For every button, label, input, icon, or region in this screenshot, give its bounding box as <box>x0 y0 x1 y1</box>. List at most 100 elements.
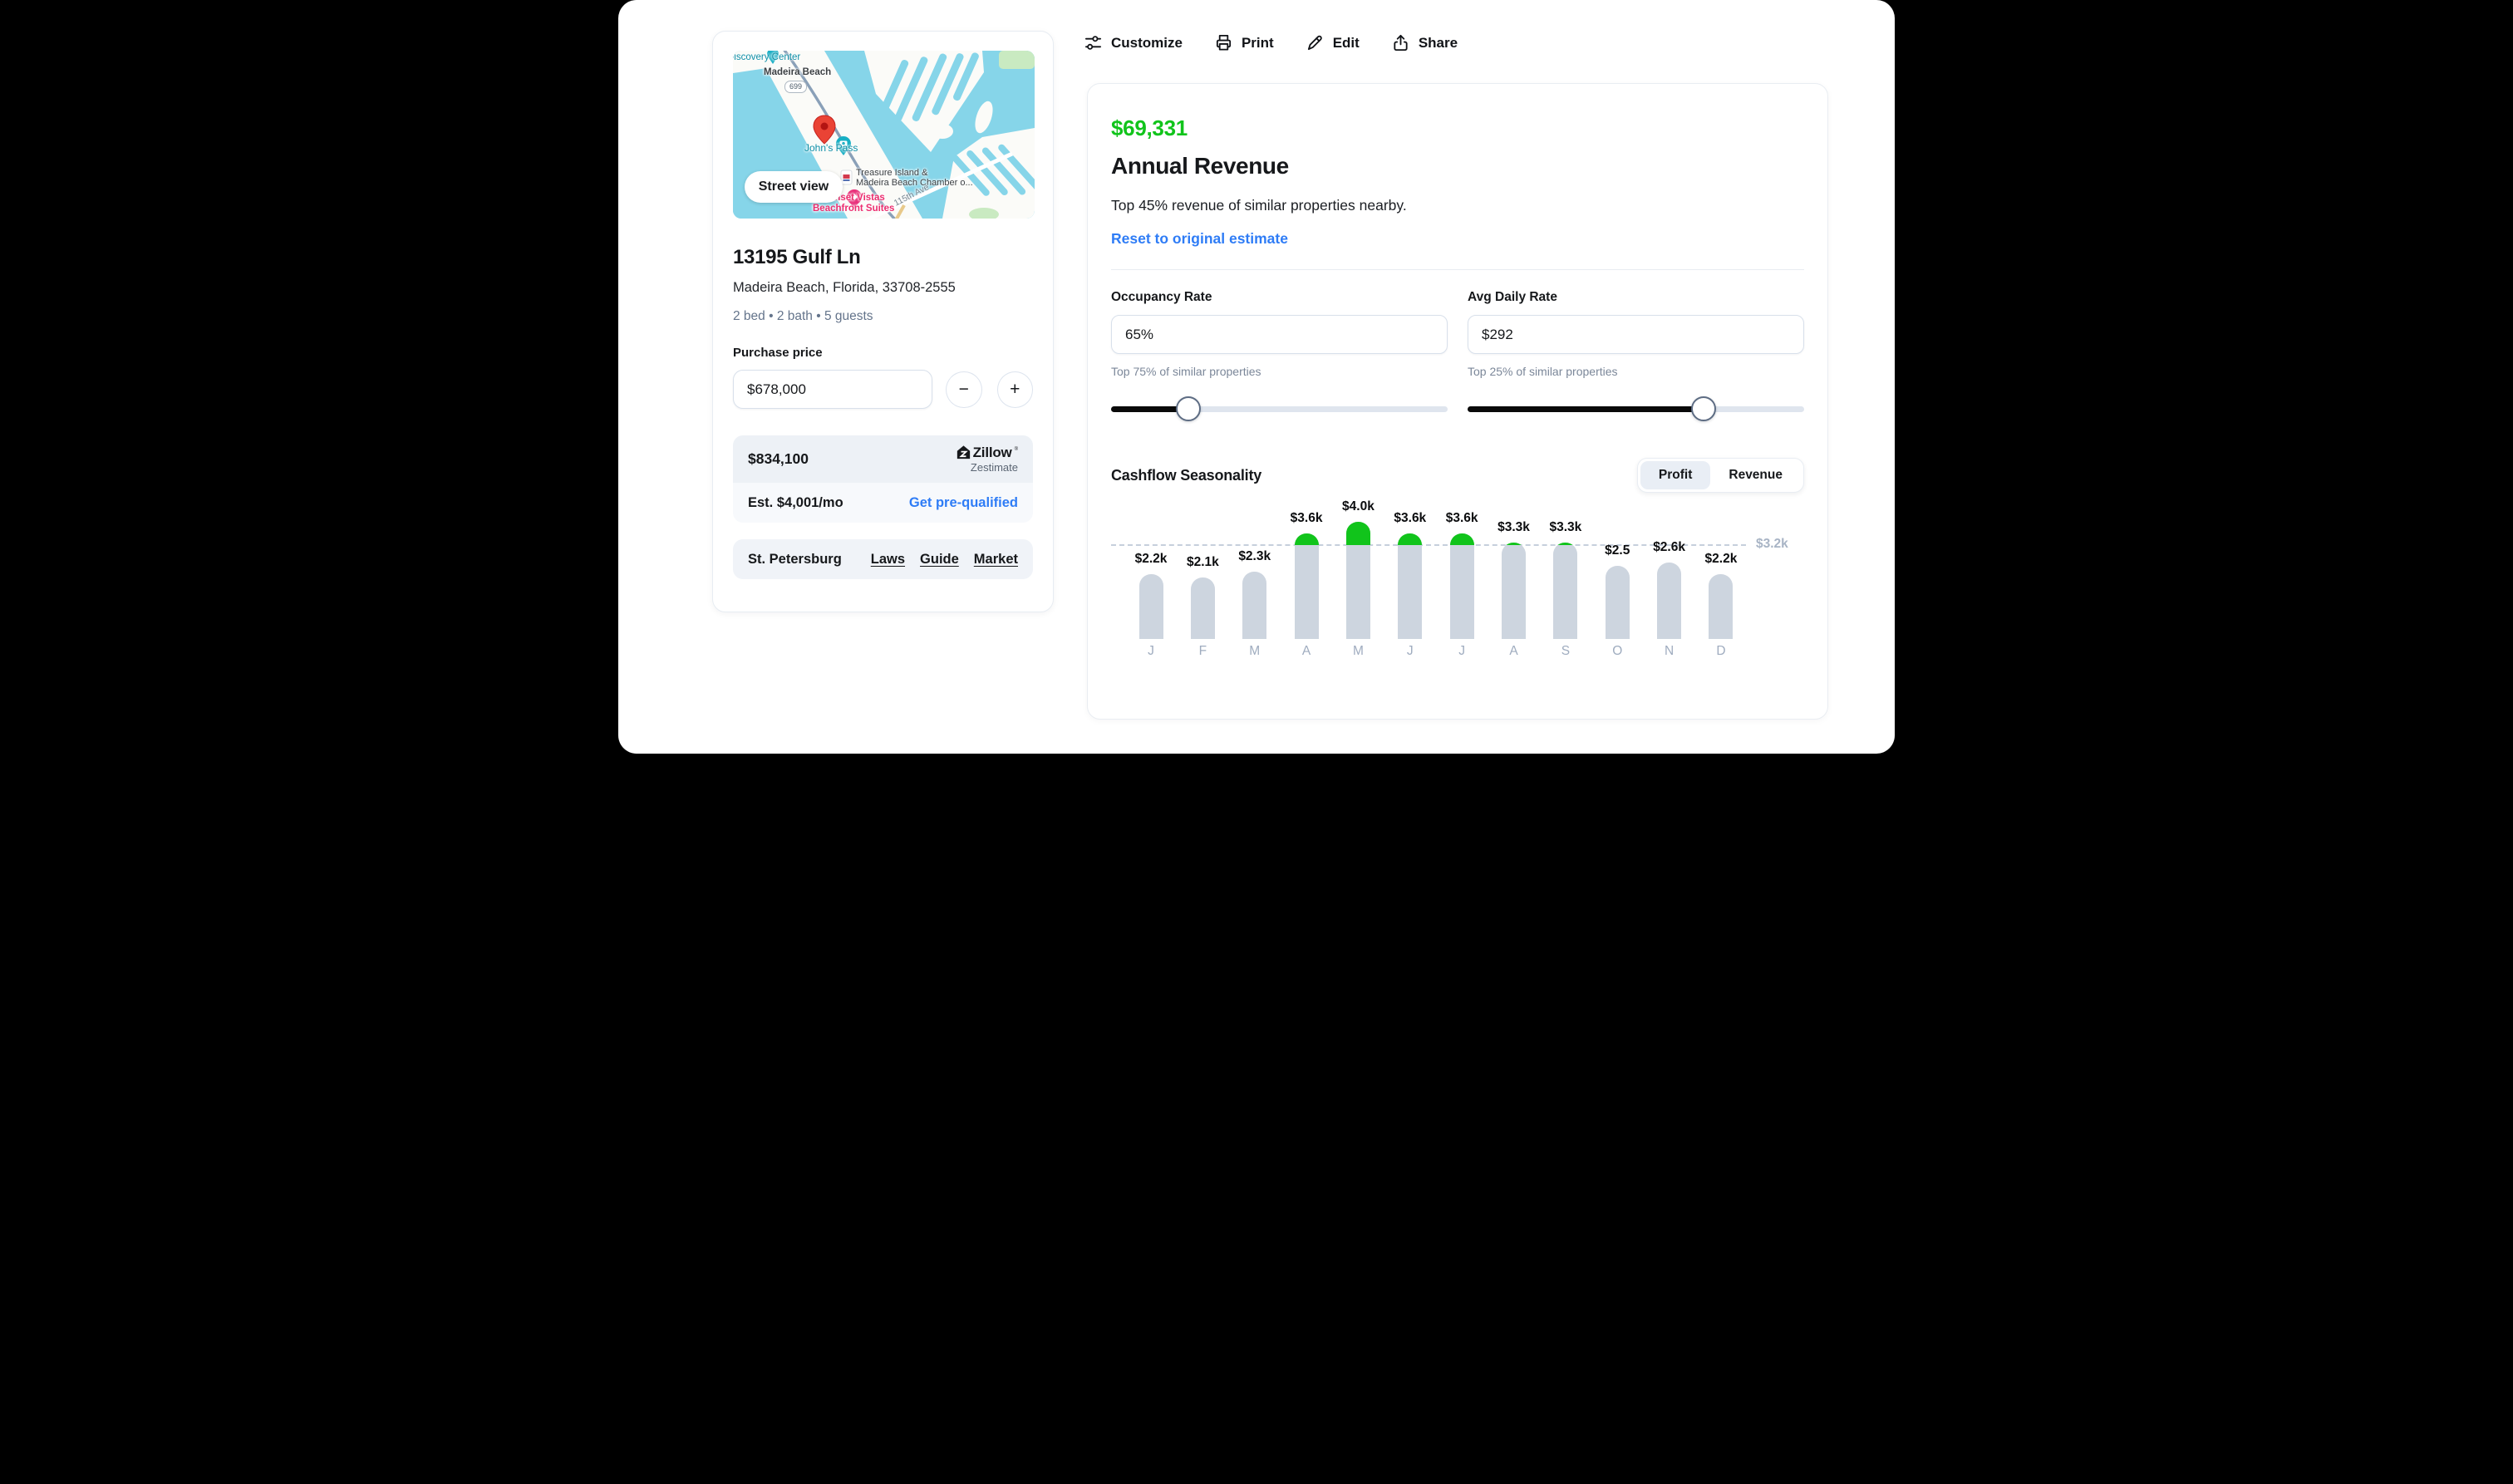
chart-bar-above-threshold <box>1502 542 1527 546</box>
purchase-price-input[interactable] <box>733 370 932 409</box>
chart-bar-value-label: $3.3k <box>1549 519 1582 534</box>
property-address-line2: Madeira Beach, Florida, 33708-2555 <box>733 280 956 295</box>
map-label-discovery-center: Discovery Center <box>733 52 801 62</box>
sliders-icon <box>1084 36 1102 50</box>
adr-slider-thumb[interactable] <box>1690 396 1716 421</box>
chart-bar-above-threshold <box>1553 542 1578 546</box>
zillow-logo-icon <box>957 445 970 459</box>
chart-month-label: M <box>1352 644 1364 658</box>
toggle-revenue[interactable]: Revenue <box>1710 461 1801 489</box>
decrease-price-button[interactable]: − <box>946 371 982 408</box>
edit-button[interactable]: Edit <box>1306 33 1360 52</box>
toggle-profit[interactable]: Profit <box>1640 461 1711 489</box>
revenue-subtitle: Top 45% revenue of similar properties ne… <box>1111 197 1407 214</box>
map-label-johns-pass: John's Pass <box>804 142 858 154</box>
chart-month-label: J <box>1148 644 1154 658</box>
share-icon <box>1394 34 1408 52</box>
occupancy-rate-label: Occupancy Rate <box>1111 290 1212 304</box>
chart-bar-value-label: $2.2k <box>1704 552 1738 567</box>
map-pin-chamber-icon <box>840 170 853 185</box>
customize-label: Customize <box>1111 34 1183 51</box>
zillow-wordmark: Zillow <box>972 445 1012 460</box>
section-divider <box>1111 269 1804 270</box>
chart-bar-m-4[interactable] <box>1345 521 1370 639</box>
chart-bar-value-label: $4.0k <box>1342 499 1375 514</box>
occupancy-rate-column: Occupancy Rate Top 75% of similar proper… <box>1111 290 1448 421</box>
cashflow-seasonality-title: Cashflow Seasonality <box>1111 466 1262 484</box>
chart-bar-value-label: $2.6k <box>1653 540 1685 555</box>
property-specs: 2 bed • 2 bath • 5 guests <box>733 309 873 323</box>
zestimate-value: $834,100 <box>748 450 809 467</box>
chart-bar-above-threshold <box>1294 533 1319 546</box>
app-window: Discovery Center Madeira Beach 699 John'… <box>618 0 1895 754</box>
adr-slider-track[interactable] <box>1468 405 1804 412</box>
chart-bar-value-label: $2.5 <box>1605 543 1630 558</box>
chart-bar-value-label: $3.6k <box>1290 510 1323 525</box>
occupancy-helper-text: Top 75% of similar properties <box>1111 365 1261 378</box>
share-label: Share <box>1418 34 1458 51</box>
share-button[interactable]: Share <box>1391 33 1458 52</box>
chart-bar-value-label: $2.1k <box>1186 554 1219 569</box>
property-map[interactable]: Discovery Center Madeira Beach 699 John'… <box>733 51 1035 219</box>
adr-slider-fill <box>1468 405 1704 412</box>
chart-bar-value-label: $2.3k <box>1238 548 1271 563</box>
market-link-laws[interactable]: Laws <box>871 552 905 568</box>
chart-month-label: S <box>1561 644 1571 658</box>
occupancy-slider-thumb[interactable] <box>1176 396 1202 421</box>
chart-bar-m-2[interactable] <box>1242 571 1267 639</box>
chart-month-label: D <box>1716 644 1726 658</box>
chart-month-label: O <box>1612 644 1623 658</box>
reset-estimate-link[interactable]: Reset to original estimate <box>1111 230 1804 248</box>
get-prequalified-link[interactable]: Get pre-qualified <box>909 495 1018 511</box>
chart-bar-j-5[interactable] <box>1398 533 1423 639</box>
chart-bar-f-1[interactable] <box>1190 577 1215 639</box>
occupancy-rate-input[interactable] <box>1111 315 1448 354</box>
market-link-market[interactable]: Market <box>974 552 1018 568</box>
market-block: St. Petersburg Laws Guide Market <box>733 539 1033 579</box>
occupancy-slider-track[interactable] <box>1111 405 1448 412</box>
map-label-madeira-beach: Madeira Beach <box>764 67 832 77</box>
map-label-treasure-line2: Madeira Beach Chamber o... <box>856 178 973 188</box>
revenue-panel: $69,331 Annual Revenue Top 45% revenue o… <box>1087 83 1828 720</box>
avg-daily-rate-input[interactable] <box>1468 315 1804 354</box>
chart-bar-above-threshold <box>1398 533 1423 546</box>
zestimate-sublabel: Zestimate <box>970 461 1018 474</box>
chart-bar-s-8[interactable] <box>1553 542 1578 639</box>
market-city: St. Petersburg <box>748 551 842 567</box>
chart-bar-n-10[interactable] <box>1657 563 1682 639</box>
chart-bar-value-label: $3.6k <box>1394 510 1427 525</box>
chart-bar-above-threshold <box>1449 533 1474 546</box>
chart-bar-j-6[interactable] <box>1449 533 1474 639</box>
property-card: Discovery Center Madeira Beach 699 John'… <box>712 31 1054 612</box>
edit-label: Edit <box>1332 34 1360 51</box>
increase-price-button[interactable]: + <box>996 371 1033 408</box>
adr-helper-text: Top 25% of similar properties <box>1468 365 1618 378</box>
print-button[interactable]: Print <box>1214 33 1274 52</box>
chart-month-label: A <box>1509 644 1518 658</box>
chart-bar-a-3[interactable] <box>1294 533 1319 639</box>
chart-bar-a-7[interactable] <box>1502 542 1527 639</box>
customize-button[interactable]: Customize <box>1084 33 1183 52</box>
chart-bar-above-threshold <box>1345 521 1370 546</box>
annual-revenue-title: Annual Revenue <box>1111 153 1289 179</box>
map-label-treasure-line1: Treasure Island & <box>856 168 928 178</box>
occupancy-slider[interactable] <box>1111 396 1448 421</box>
street-view-button[interactable]: Street view <box>745 171 843 203</box>
chart-bar-d-11[interactable] <box>1709 574 1734 639</box>
chart-bar-j-0[interactable] <box>1138 574 1163 639</box>
map-route-699-badge: 699 <box>784 81 807 93</box>
chart-month-label: J <box>1406 644 1414 658</box>
zestimate-block: $834,100 Zillow ® Zestimate Est. $4,001/… <box>733 435 1033 523</box>
profit-revenue-toggle: Profit Revenue <box>1636 458 1804 493</box>
chart-month-label: F <box>1198 644 1207 658</box>
chart-month-label: M <box>1249 644 1261 658</box>
chart-bar-value-label: $2.2k <box>1134 552 1168 567</box>
zillow-trademark: ® <box>1014 447 1018 452</box>
property-address-title: 13195 Gulf Ln <box>733 246 861 268</box>
adr-slider[interactable] <box>1468 396 1804 421</box>
chart-bar-o-9[interactable] <box>1605 565 1630 639</box>
monthly-estimate: Est. $4,001/mo <box>748 494 843 510</box>
market-link-guide[interactable]: Guide <box>920 552 959 568</box>
print-label: Print <box>1241 34 1274 51</box>
chart-bar-value-label: $3.3k <box>1497 519 1530 534</box>
